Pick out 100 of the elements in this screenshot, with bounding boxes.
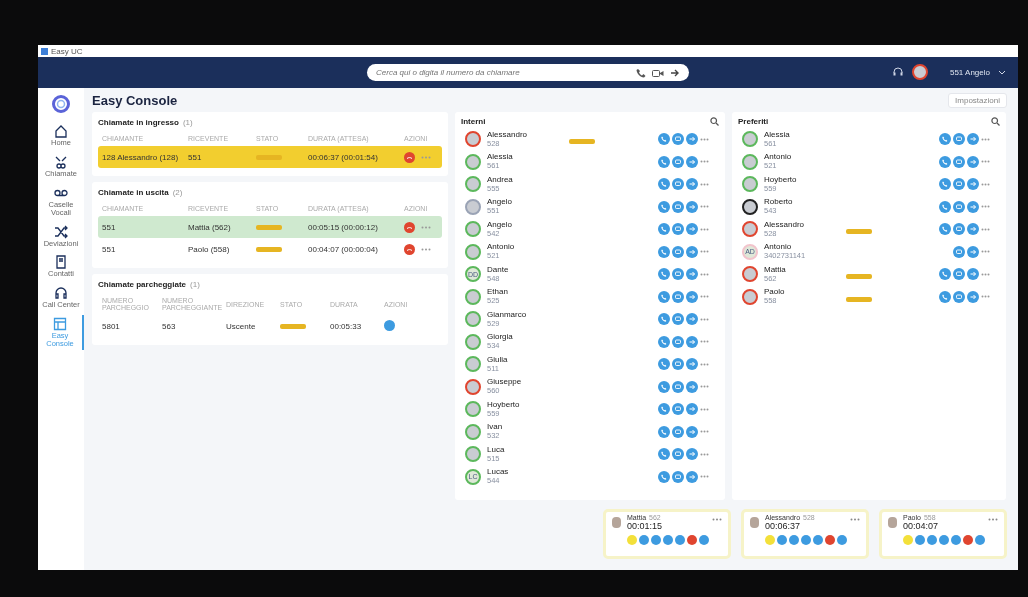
call-control-button[interactable] [927, 534, 937, 545]
more-icon[interactable] [981, 160, 990, 164]
more-icon[interactable] [981, 227, 990, 231]
chat-button[interactable] [672, 313, 684, 326]
chat-button[interactable] [953, 200, 965, 213]
call-row[interactable]: 551 Paolo (558) 00:04:07 (00:00:04) [98, 238, 442, 260]
transfer-button[interactable] [686, 448, 698, 461]
more-icon[interactable] [981, 182, 990, 186]
call-button[interactable] [658, 380, 670, 393]
chevron-down-icon[interactable] [998, 69, 1006, 75]
more-icon[interactable] [981, 137, 990, 141]
user-avatar[interactable] [911, 64, 928, 80]
call-button[interactable] [658, 133, 670, 146]
chat-button[interactable] [953, 133, 965, 146]
headset-icon[interactable] [891, 66, 904, 78]
more-icon[interactable] [421, 155, 431, 159]
chat-button[interactable] [672, 290, 684, 303]
chat-button[interactable] [672, 155, 684, 168]
more-icon[interactable] [700, 182, 709, 186]
chat-button[interactable] [672, 470, 684, 483]
call-row[interactable]: 128 Alessandro (128) 551 00:06:37 (00:01:54) [98, 146, 442, 168]
call-button[interactable] [658, 223, 670, 236]
call-button[interactable] [658, 425, 670, 438]
chat-button[interactable] [672, 425, 684, 438]
more-icon[interactable] [700, 452, 709, 456]
transfer-button[interactable] [686, 245, 698, 258]
more-icon[interactable] [850, 518, 860, 521]
chat-button[interactable] [672, 133, 684, 146]
transfer-button[interactable] [686, 403, 698, 416]
chat-button[interactable] [953, 155, 965, 168]
chat-button[interactable] [953, 178, 965, 191]
transfer-button[interactable] [686, 335, 698, 348]
more-icon[interactable] [700, 430, 709, 434]
call-button[interactable] [658, 335, 670, 348]
transfer-button[interactable] [686, 290, 698, 303]
call-control-button[interactable] [975, 534, 985, 545]
chat-button[interactable] [672, 403, 684, 416]
call-control-button[interactable] [951, 534, 961, 545]
call-control-button[interactable] [675, 534, 685, 545]
transfer-button[interactable] [686, 470, 698, 483]
call-button[interactable] [939, 178, 951, 191]
call-row[interactable]: 551 Mattia (562) 00:05:15 (00:00:12) [98, 216, 442, 238]
search-icon[interactable] [710, 117, 719, 126]
more-icon[interactable] [712, 518, 722, 521]
more-icon[interactable] [988, 518, 998, 521]
more-icon[interactable] [700, 317, 709, 321]
more-icon[interactable] [700, 272, 709, 276]
call-control-button[interactable] [825, 534, 835, 545]
more-icon[interactable] [700, 295, 709, 299]
call-button[interactable] [939, 133, 951, 146]
hang-up-button[interactable] [404, 243, 415, 255]
chat-button[interactable] [672, 268, 684, 281]
transfer-button[interactable] [967, 178, 979, 191]
more-icon[interactable] [700, 475, 709, 479]
transfer-button[interactable] [686, 223, 698, 236]
call-button[interactable] [658, 155, 670, 168]
call-button[interactable] [658, 245, 670, 258]
call-control-button[interactable] [915, 534, 925, 545]
transfer-button[interactable] [967, 155, 979, 168]
settings-button[interactable]: Impostazioni [948, 92, 1007, 108]
transfer-button[interactable] [686, 425, 698, 438]
more-icon[interactable] [981, 250, 990, 254]
more-icon[interactable] [700, 385, 709, 389]
more-icon[interactable] [700, 340, 709, 344]
transfer-button[interactable] [686, 380, 698, 393]
call-control-button[interactable] [687, 534, 697, 545]
call-button[interactable] [658, 178, 670, 191]
transfer-button[interactable] [967, 245, 979, 258]
chat-button[interactable] [672, 448, 684, 461]
more-icon[interactable] [981, 272, 990, 276]
call-control-button[interactable] [777, 534, 787, 545]
call-control-button[interactable] [837, 534, 847, 545]
transfer-button[interactable] [967, 268, 979, 281]
chat-button[interactable] [672, 245, 684, 258]
call-button[interactable] [658, 470, 670, 483]
transfer-button[interactable] [967, 200, 979, 213]
phone-icon[interactable] [636, 68, 646, 78]
call-control-button[interactable] [813, 534, 823, 545]
call-button[interactable] [658, 290, 670, 303]
search-icon[interactable] [991, 117, 1000, 126]
chat-button[interactable] [672, 178, 684, 191]
call-button[interactable] [939, 200, 951, 213]
chat-button[interactable] [672, 335, 684, 348]
more-icon[interactable] [700, 160, 709, 164]
transfer-button[interactable] [686, 133, 698, 146]
call-control-button[interactable] [639, 534, 649, 545]
call-control-button[interactable] [939, 534, 949, 545]
call-control-button[interactable] [651, 534, 661, 545]
more-icon[interactable] [700, 250, 709, 254]
call-button[interactable] [939, 290, 951, 303]
search-field[interactable]: Cerca qui o digita il numero da chiamare [367, 64, 689, 81]
call-button[interactable] [939, 223, 951, 236]
chat-button[interactable] [672, 358, 684, 371]
call-control-button[interactable] [801, 534, 811, 545]
chat-button[interactable] [953, 268, 965, 281]
chat-button[interactable] [672, 223, 684, 236]
more-icon[interactable] [700, 227, 709, 231]
call-button[interactable] [658, 268, 670, 281]
call-control-button[interactable] [789, 534, 799, 545]
more-icon[interactable] [700, 362, 709, 366]
